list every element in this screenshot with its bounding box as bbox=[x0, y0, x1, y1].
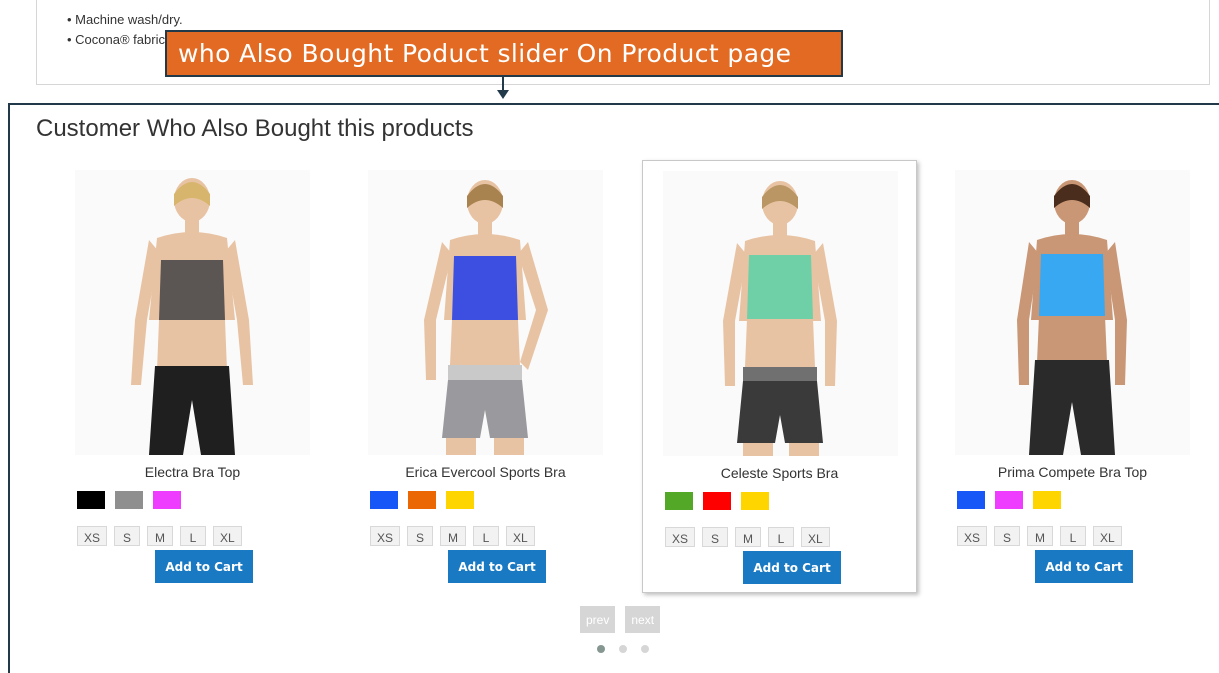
section-title: Customer Who Also Bought this products bbox=[36, 115, 474, 142]
product-bottom bbox=[149, 366, 235, 455]
product-image[interactable] bbox=[663, 171, 898, 456]
size-option[interactable]: S bbox=[702, 527, 729, 547]
color-swatches bbox=[665, 492, 769, 510]
size-option[interactable]: L bbox=[768, 527, 795, 547]
color-swatch[interactable] bbox=[1033, 491, 1061, 509]
color-swatch[interactable] bbox=[995, 491, 1023, 509]
add-to-cart-button[interactable]: Add to Cart bbox=[448, 550, 546, 583]
color-swatches bbox=[370, 491, 474, 509]
product-card: Prima Compete Bra Top XS S M L XL Add to… bbox=[935, 160, 1210, 593]
color-swatch[interactable] bbox=[703, 492, 731, 510]
size-option[interactable]: XL bbox=[213, 526, 242, 546]
product-image[interactable] bbox=[368, 170, 603, 455]
model-figure bbox=[1017, 180, 1127, 455]
model-figure bbox=[424, 180, 548, 455]
add-to-cart-button[interactable]: Add to Cart bbox=[155, 550, 253, 583]
color-swatch[interactable] bbox=[665, 492, 693, 510]
related-products-section: Customer Who Also Bought this products E… bbox=[8, 103, 1219, 673]
size-option[interactable]: XS bbox=[957, 526, 988, 546]
size-option[interactable]: L bbox=[180, 526, 207, 546]
size-option[interactable]: S bbox=[407, 526, 434, 546]
color-swatch[interactable] bbox=[370, 491, 398, 509]
callout-arrow-head bbox=[497, 90, 509, 99]
product-bottom bbox=[442, 380, 528, 438]
color-swatch[interactable] bbox=[741, 492, 769, 510]
size-options: XS S M L XL bbox=[665, 527, 830, 547]
color-swatch[interactable] bbox=[115, 491, 143, 509]
slider-dots bbox=[597, 645, 649, 653]
product-card: Erica Evercool Sports Bra XS S M L XL Ad… bbox=[348, 160, 623, 593]
slider-pager: prev next bbox=[580, 606, 661, 633]
product-top bbox=[159, 260, 225, 320]
next-button[interactable]: next bbox=[625, 606, 661, 633]
model-figure bbox=[131, 178, 253, 455]
pager-dot[interactable] bbox=[619, 645, 627, 653]
size-option[interactable]: L bbox=[473, 526, 500, 546]
color-swatch[interactable] bbox=[446, 491, 474, 509]
color-swatch[interactable] bbox=[77, 491, 105, 509]
add-to-cart-button[interactable]: Add to Cart bbox=[743, 551, 841, 584]
size-option[interactable]: XS bbox=[370, 526, 401, 546]
product-top bbox=[1039, 254, 1105, 316]
product-image[interactable] bbox=[955, 170, 1190, 455]
product-name[interactable]: Prima Compete Bra Top bbox=[935, 464, 1210, 480]
size-option[interactable]: M bbox=[1027, 526, 1054, 546]
size-option[interactable]: M bbox=[735, 527, 762, 547]
add-to-cart-button[interactable]: Add to Cart bbox=[1035, 550, 1133, 583]
size-option[interactable]: L bbox=[1060, 526, 1087, 546]
color-swatch[interactable] bbox=[957, 491, 985, 509]
size-options: XS S M L XL bbox=[370, 526, 535, 546]
color-swatches bbox=[77, 491, 181, 509]
annotation-callout: who Also Bought Poduct slider On Product… bbox=[165, 30, 843, 77]
size-option[interactable]: XS bbox=[665, 527, 696, 547]
pager-dot[interactable] bbox=[597, 645, 605, 653]
product-name[interactable]: Celeste Sports Bra bbox=[643, 465, 916, 481]
size-option[interactable]: S bbox=[994, 526, 1021, 546]
product-name[interactable]: Erica Evercool Sports Bra bbox=[348, 464, 623, 480]
prev-button[interactable]: prev bbox=[580, 606, 616, 633]
product-name[interactable]: Electra Bra Top bbox=[55, 464, 330, 480]
product-top bbox=[452, 256, 518, 320]
size-option[interactable]: XL bbox=[1093, 526, 1122, 546]
color-swatch[interactable] bbox=[408, 491, 436, 509]
size-option[interactable]: S bbox=[114, 526, 141, 546]
color-swatches bbox=[957, 491, 1061, 509]
product-image[interactable] bbox=[75, 170, 310, 455]
product-bottom bbox=[1029, 360, 1115, 455]
model-figure bbox=[723, 181, 837, 456]
size-options: XS S M L XL bbox=[77, 526, 242, 546]
product-top bbox=[747, 255, 813, 319]
size-options: XS S M L XL bbox=[957, 526, 1122, 546]
product-bottom bbox=[737, 381, 823, 443]
description-bullet: Machine wash/dry. bbox=[67, 10, 311, 30]
size-option[interactable]: M bbox=[147, 526, 174, 546]
product-card: Celeste Sports Bra XS S M L XL Add to Ca… bbox=[642, 160, 917, 593]
product-card: Electra Bra Top XS S M L XL Add to Cart bbox=[55, 160, 330, 593]
size-option[interactable]: XL bbox=[801, 527, 830, 547]
color-swatch[interactable] bbox=[153, 491, 181, 509]
size-option[interactable]: XS bbox=[77, 526, 108, 546]
pager-dot[interactable] bbox=[641, 645, 649, 653]
size-option[interactable]: XL bbox=[506, 526, 535, 546]
size-option[interactable]: M bbox=[440, 526, 467, 546]
